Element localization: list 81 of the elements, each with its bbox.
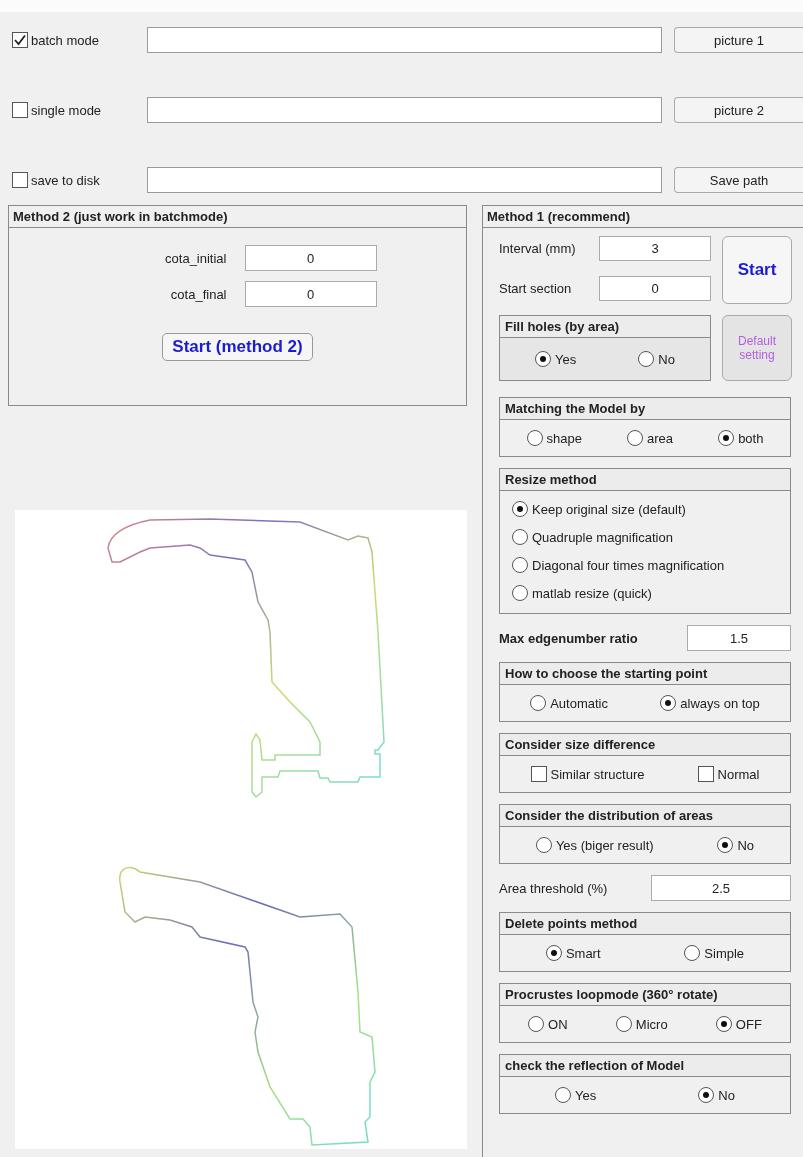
checkbox[interactable]	[697, 766, 714, 782]
path-field[interactable]	[146, 27, 663, 53]
group-title: How to choose the starting point	[500, 663, 790, 685]
radio-button[interactable]	[530, 695, 547, 711]
radio-button[interactable]	[512, 585, 528, 601]
option-label[interactable]: No	[737, 837, 755, 853]
field-label: Interval (mm)	[499, 241, 577, 256]
start-button[interactable]: Start (method 2)	[162, 333, 313, 361]
number-field[interactable]: 1.5	[687, 625, 791, 651]
group-title: check the reflection of Model	[500, 1055, 790, 1077]
option-label[interactable]: OFF	[735, 1016, 762, 1032]
group-title: Matching the Model by	[500, 398, 790, 420]
checkbox[interactable]	[12, 102, 28, 118]
radio-button[interactable]	[638, 351, 655, 367]
checkbox[interactable]	[12, 32, 28, 48]
start-button[interactable]: Start	[722, 236, 792, 304]
option-label[interactable]: Smart	[565, 945, 601, 961]
option-label[interactable]: No	[718, 1087, 735, 1103]
checkbox-label[interactable]: batch mode	[31, 32, 99, 48]
number-field[interactable]: 0	[244, 281, 377, 307]
option-label[interactable]: Yes (biger result)	[555, 837, 654, 853]
number-field[interactable]: 3	[599, 236, 711, 261]
panel-title: Method 2 (just work in batchmode)	[9, 206, 466, 228]
checkbox-label[interactable]: save to disk	[31, 172, 100, 188]
radio-button[interactable]	[684, 945, 701, 961]
number-field[interactable]: 2.5	[651, 875, 791, 901]
option-label[interactable]: Micro	[635, 1016, 668, 1032]
path-field[interactable]	[146, 97, 663, 123]
radio-button[interactable]	[512, 557, 528, 573]
radio-button[interactable]	[535, 351, 552, 367]
radio-button[interactable]	[528, 1016, 545, 1032]
field-label: Max edgenumber ratio	[499, 630, 638, 646]
radio-button[interactable]	[615, 1016, 632, 1032]
group-title: Fill holes (by area)	[500, 316, 710, 338]
option-label[interactable]: Simple	[704, 945, 745, 961]
option-label[interactable]: Yes	[575, 1087, 597, 1103]
option-label[interactable]: Quadruple magnification	[532, 529, 673, 545]
option-label[interactable]: No	[658, 351, 675, 367]
browse-button[interactable]: Save path	[674, 167, 803, 193]
browse-button[interactable]: picture 2	[674, 97, 803, 123]
group-title: Procrustes loopmode (360° rotate)	[500, 984, 790, 1006]
field-label: cota_initial	[164, 250, 227, 266]
radio-button[interactable]	[627, 430, 644, 446]
group-title: Consider the distribution of areas	[500, 805, 790, 827]
option-label[interactable]: ON	[548, 1016, 568, 1032]
option-label[interactable]: matlab resize (quick)	[532, 585, 652, 601]
browse-button[interactable]: picture 1	[674, 27, 803, 53]
option-label[interactable]: Normal	[717, 766, 760, 782]
radio-button[interactable]	[660, 695, 677, 711]
checkbox[interactable]	[12, 172, 28, 188]
field-label: Start section	[499, 281, 573, 296]
option-label[interactable]: area	[647, 430, 674, 446]
option-label[interactable]: Yes	[555, 351, 577, 367]
field-label: Area threshold (%)	[499, 880, 608, 896]
radio-button[interactable]	[718, 430, 735, 446]
radio-button[interactable]	[512, 529, 528, 545]
option-label[interactable]: both	[738, 430, 764, 446]
option-label[interactable]: shape	[546, 430, 582, 446]
option-label[interactable]: always on top	[680, 695, 760, 711]
number-field[interactable]: 0	[244, 245, 377, 271]
panel-title: Method 1 (recommend)	[483, 206, 803, 228]
option-label[interactable]: Diagonal four times magnification	[532, 557, 725, 573]
path-field[interactable]	[146, 167, 663, 193]
radio-button[interactable]	[545, 945, 562, 961]
radio-button[interactable]	[526, 430, 543, 446]
group-title: Consider size difference	[500, 734, 790, 756]
checkbox-label[interactable]: single mode	[31, 102, 102, 118]
option-label[interactable]: Automatic	[550, 695, 608, 711]
radio-button[interactable]	[715, 1016, 732, 1032]
group-title: Resize method	[500, 469, 790, 491]
group-title: Delete points method	[500, 913, 790, 935]
radio-button[interactable]	[535, 837, 552, 853]
radio-button[interactable]	[698, 1087, 715, 1103]
checkbox[interactable]	[530, 766, 547, 782]
radio-button[interactable]	[512, 501, 528, 517]
option-label[interactable]: Similar structure	[550, 766, 645, 782]
option-label[interactable]: Keep original size (default)	[532, 501, 686, 517]
field-label: cota_final	[169, 286, 227, 302]
radio-button[interactable]	[717, 837, 734, 853]
number-field[interactable]: 0	[599, 276, 711, 301]
radio-button[interactable]	[555, 1087, 572, 1103]
